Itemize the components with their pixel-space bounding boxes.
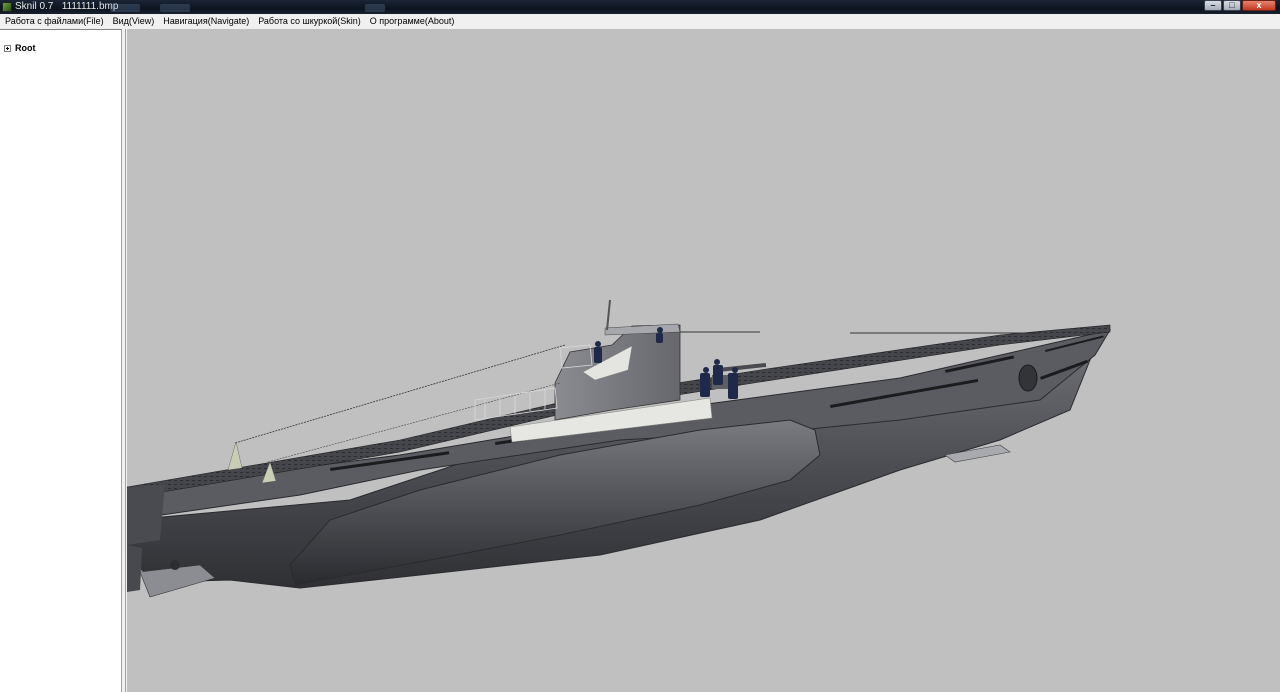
minimize-icon: –: [1210, 0, 1216, 10]
application-window: Sknil 0.7 1111111.bmp – □ x Работа с фай…: [0, 0, 1280, 692]
window-title: Sknil 0.7 1111111.bmp: [15, 1, 119, 12]
menu-skin[interactable]: Работа со шкуркой(Skin): [253, 14, 365, 28]
maximize-button[interactable]: □: [1223, 0, 1241, 11]
panel-splitter[interactable]: [122, 29, 126, 692]
app-icon: [2, 2, 12, 12]
stern-fin: [127, 545, 142, 592]
taskbar-ghost: [110, 4, 140, 12]
propeller-hub: [170, 560, 180, 570]
hull-emblem: [1018, 364, 1038, 392]
periscope-mast: [606, 299, 611, 331]
3d-viewport[interactable]: [127, 29, 1280, 692]
menu-navigate[interactable]: Навигация(Navigate): [158, 14, 253, 28]
expand-plus-icon[interactable]: [4, 44, 11, 52]
maximize-icon: □: [1229, 0, 1235, 10]
tree-node-label: Root: [15, 43, 36, 53]
close-icon: x: [1256, 0, 1262, 10]
tree-node-root[interactable]: Root: [4, 43, 36, 53]
stern-hull: [127, 484, 165, 545]
taskbar-ghost: [365, 4, 385, 12]
menu-bar: Работа с файлами(File) Вид(View) Навигац…: [0, 14, 1280, 28]
submarine-model: [127, 299, 1112, 598]
close-button[interactable]: x: [1242, 0, 1276, 11]
menu-about[interactable]: О программе(About): [365, 14, 459, 28]
minimize-button[interactable]: –: [1204, 0, 1222, 11]
stern-post: [227, 441, 243, 471]
taskbar-ghost: [160, 4, 190, 12]
scene-tree[interactable]: Root: [0, 29, 122, 692]
title-bar[interactable]: Sknil 0.7 1111111.bmp – □ x: [0, 0, 1280, 14]
menu-view[interactable]: Вид(View): [108, 14, 159, 28]
menu-file[interactable]: Работа с файлами(File): [0, 14, 108, 28]
window-controls: – □ x: [1203, 0, 1276, 12]
